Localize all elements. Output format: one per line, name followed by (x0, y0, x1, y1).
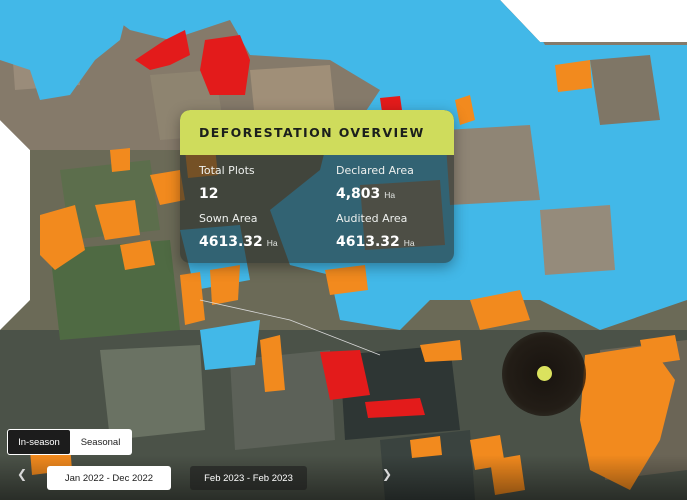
chevron-left-icon[interactable]: ❮ (17, 467, 27, 481)
stat-value: 12 (199, 186, 219, 202)
overview-title: DEFORESTATION OVERVIEW (199, 125, 425, 140)
field-parcel (100, 345, 205, 440)
in-season-button[interactable]: In-season (8, 430, 70, 454)
degradation-patch (325, 265, 368, 295)
stat-label: Sown Area (199, 212, 258, 225)
stat-sown-area: Sown Area 4613.32 Ha (199, 212, 278, 251)
degradation-patch (555, 60, 592, 92)
stat-value: 4613.32 (336, 234, 400, 250)
stat-unit: Ha (384, 190, 396, 200)
stat-declared-area: Declared Area 4,803 Ha (336, 164, 414, 203)
chevron-right-icon[interactable]: ❯ (382, 467, 392, 481)
stat-label: Total Plots (199, 164, 255, 177)
location-marker[interactable] (502, 332, 586, 416)
deforestation-overview-card: DEFORESTATION OVERVIEW Total Plots 12 De… (180, 110, 454, 263)
field-parcel (590, 55, 660, 125)
field-parcel (445, 125, 540, 205)
stat-label: Declared Area (336, 164, 414, 177)
range-button-2023[interactable]: Feb 2023 - Feb 2023 (190, 466, 307, 490)
range-button-2022[interactable]: Jan 2022 - Dec 2022 (47, 466, 171, 490)
deforestation-patch (200, 35, 250, 95)
degradation-patch (110, 148, 130, 172)
stat-unit: Ha (266, 238, 278, 248)
degradation-patch (210, 265, 240, 305)
stat-total-plots: Total Plots 12 (199, 164, 255, 203)
degradation-patch (120, 240, 155, 270)
stat-audited-area: Audited Area 4613.32 Ha (336, 212, 415, 251)
marker-dot-icon (537, 366, 552, 381)
seasonal-button[interactable]: Seasonal (70, 430, 131, 454)
degradation-patch (640, 335, 680, 365)
season-toggle: In-season Seasonal (7, 429, 132, 455)
field-parcel (540, 205, 615, 275)
overview-header: DEFORESTATION OVERVIEW (180, 110, 454, 155)
stat-unit: Ha (403, 238, 415, 248)
stat-value: 4,803 (336, 186, 381, 202)
stat-label: Audited Area (336, 212, 408, 225)
stat-value: 4613.32 (199, 234, 263, 250)
